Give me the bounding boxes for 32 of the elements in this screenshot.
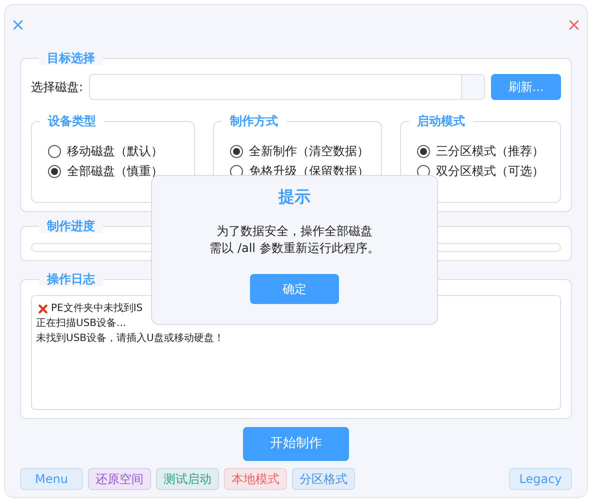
ok-button[interactable]: 确定 (250, 274, 339, 304)
log-line: 未找到USB设备，请插入U盘或移动硬盘！ (36, 332, 224, 346)
group-title: 制作进度 (39, 219, 103, 233)
log-line: PE文件夹中未找到IS (51, 302, 143, 316)
radio-label: 双分区模式（可选） (436, 163, 544, 180)
footer-button[interactable]: 本地模式 (224, 468, 287, 490)
footer-button[interactable]: 测试启动 (156, 468, 219, 490)
field-label: 选择磁盘: (31, 79, 84, 96)
group-title: 设备类型 (40, 114, 104, 128)
radio-label: 全部磁盘（慎重） (67, 163, 163, 180)
radio-button[interactable] (48, 164, 61, 178)
close-icon[interactable] (568, 18, 580, 30)
footer-button[interactable]: 分区格式 (292, 468, 355, 490)
log-line: 正在扫描USB设备... (36, 316, 126, 331)
start-button[interactable]: 开始制作 (243, 427, 349, 461)
group-title: 目标选择 (39, 51, 103, 65)
dialog-title: 提示 (278, 186, 310, 208)
error-icon (38, 304, 48, 314)
radio-label: 三分区模式（推荐） (436, 143, 544, 160)
footer-button[interactable]: 还原空间 (88, 468, 151, 490)
group-title: 制作方式 (222, 114, 286, 128)
footer-button[interactable]: Menu (20, 468, 83, 490)
group-title: 启动模式 (409, 114, 473, 128)
radio-button[interactable] (417, 144, 430, 158)
dialog-message: 为了数据安全，操作全部磁盘 需以 /all 参数重新运行此程序。 (210, 223, 380, 257)
footer-button[interactable]: Legacy (509, 468, 572, 490)
radio-button[interactable] (48, 144, 61, 158)
radio-button[interactable] (230, 144, 243, 158)
refresh-button[interactable]: 刷新... (491, 74, 561, 100)
radio-label: 移动磁盘（默认） (67, 143, 163, 160)
radio-label: 全新制作（清空数据） (249, 143, 369, 160)
group-title: 操作日志 (39, 272, 103, 286)
